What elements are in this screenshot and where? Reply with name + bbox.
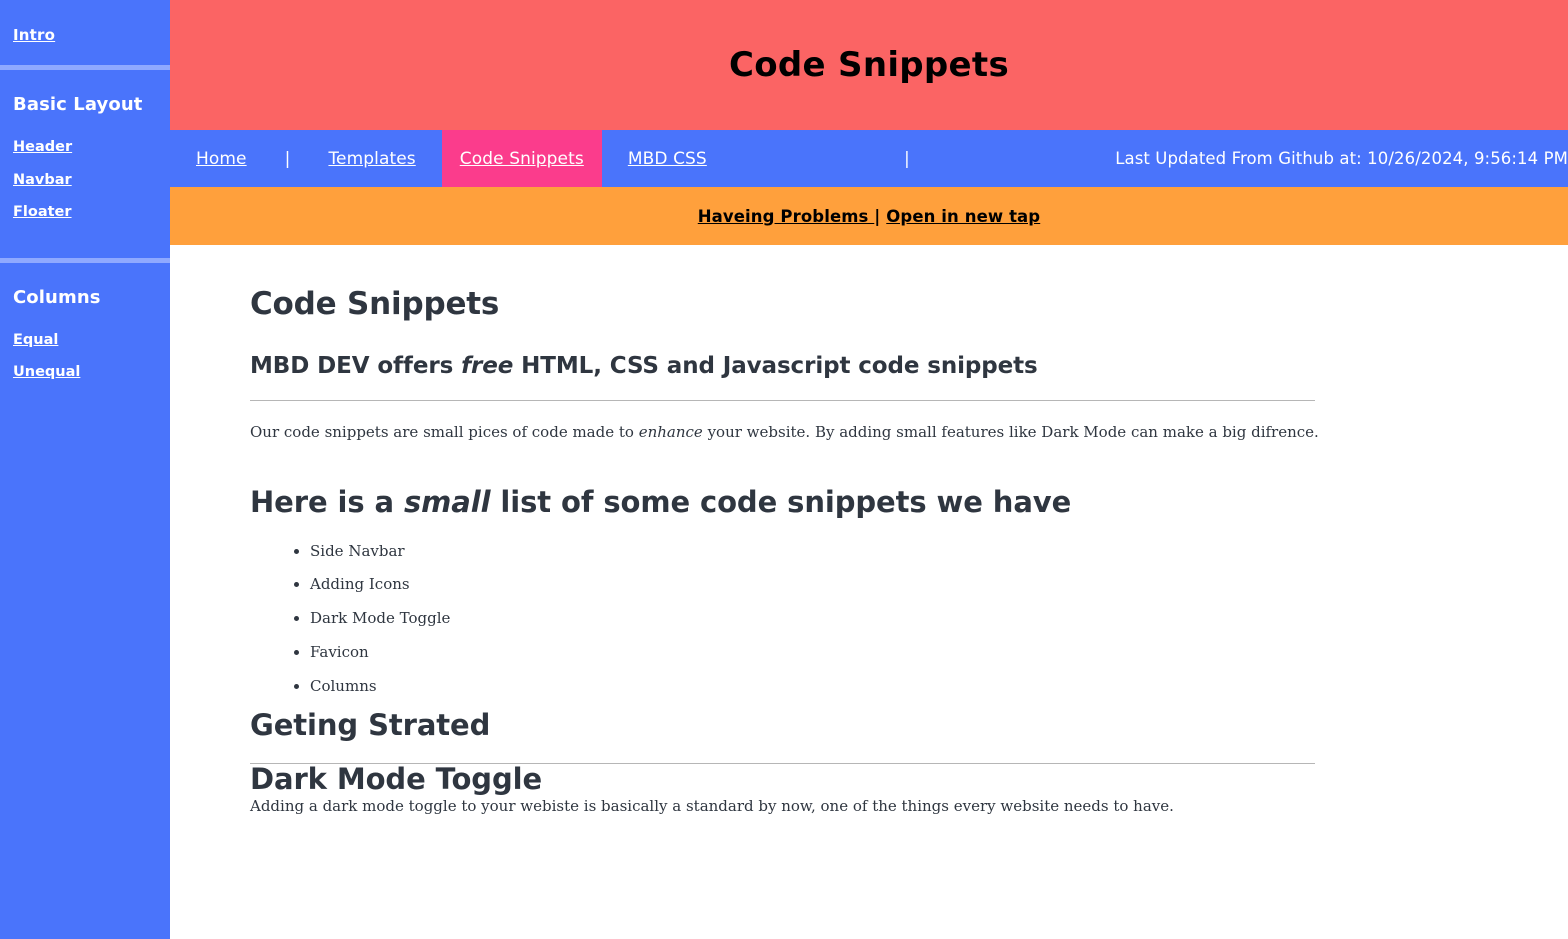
- nav-item-templates[interactable]: Templates: [302, 130, 441, 187]
- list-heading-after: list of some code snippets we have: [490, 484, 1072, 519]
- subtitle-heading: MBD DEV offers free HTML, CSS and Javasc…: [250, 353, 1322, 380]
- sidebar-item-unequal[interactable]: Unequal: [0, 365, 170, 380]
- banner-text: Haveing Problems | Open in new tap: [698, 207, 1040, 226]
- nav-item-home[interactable]: Home: [170, 130, 273, 187]
- page-title: Code Snippets: [250, 286, 500, 322]
- list-item: Columns: [310, 677, 1322, 696]
- top-navbar: Home | Templates Code Snippets MBD CSS |…: [170, 130, 1568, 187]
- dark-mode-paragraph: Adding a dark mode toggle to your webist…: [250, 797, 1174, 816]
- page-header: Code Snippets: [170, 0, 1568, 130]
- intro-before: Our code snippets are small pices of cod…: [250, 423, 639, 442]
- header-title: Code Snippets: [728, 45, 1010, 85]
- list-heading: Here is a small list of some code snippe…: [250, 484, 1322, 519]
- side-navbar: Intro Basic Layout Header Navbar Floater…: [0, 0, 170, 939]
- dark-mode-heading: Dark Mode Toggle: [250, 762, 543, 797]
- main-content: Code Snippets MBD DEV offers free HTML, …: [170, 245, 1568, 939]
- page-root: Intro Basic Layout Header Navbar Floater…: [0, 0, 1568, 939]
- subtitle-emphasis: free: [461, 353, 514, 380]
- sidebar-item-floater[interactable]: Floater: [0, 205, 170, 220]
- getting-started-heading: Geting Strated: [250, 708, 491, 743]
- intro-paragraph: Our code snippets are small pices of cod…: [250, 422, 1322, 442]
- list-item: Dark Mode Toggle: [310, 609, 1322, 628]
- sidebar-group-columns: Columns Equal Unequal: [0, 263, 170, 380]
- sidebar-heading-columns: Columns: [13, 286, 101, 308]
- intro-emphasis: enhance: [638, 423, 703, 442]
- list-item: Side Navbar: [310, 542, 1322, 561]
- list-heading-before: Here is a: [250, 484, 404, 519]
- list-item: Favicon: [310, 643, 1322, 662]
- content-wrapper: Code Snippets MBD DEV offers free HTML, …: [170, 245, 1405, 816]
- nav-last-updated: Last Updated From Github at: 10/26/2024,…: [1115, 149, 1568, 168]
- subtitle-after: HTML, CSS and Javascript code snippets: [513, 353, 1038, 380]
- problem-banner: Haveing Problems | Open in new tap: [170, 187, 1568, 245]
- list-item: Adding Icons: [310, 575, 1322, 594]
- snippet-list: Side Navbar Adding Icons Dark Mode Toggl…: [250, 542, 1322, 696]
- nav-separator-1: |: [284, 148, 291, 169]
- nav-item-mbd-css[interactable]: MBD CSS: [602, 130, 733, 187]
- divider-1: [250, 400, 1315, 402]
- list-heading-emphasis: small: [403, 484, 491, 519]
- sidebar-group-basic-layout: Basic Layout Header Navbar Floater: [0, 70, 170, 236]
- intro-after: your website. By adding small features l…: [702, 423, 1319, 442]
- banner-link-having-problems[interactable]: Haveing Problems: [698, 207, 875, 226]
- nav-separator-2: |: [904, 149, 910, 168]
- subtitle-before: MBD DEV offers: [250, 353, 462, 380]
- banner-pipe: |: [874, 206, 887, 226]
- sidebar-item-navbar[interactable]: Navbar: [0, 172, 170, 188]
- nav-item-code-snippets[interactable]: Code Snippets: [441, 130, 602, 187]
- sidebar-item-intro[interactable]: Intro: [0, 0, 170, 43]
- banner-link-open-new-tab[interactable]: Open in new tap: [886, 207, 1040, 226]
- sidebar-heading-basic-layout: Basic Layout: [13, 94, 143, 115]
- sidebar-item-header[interactable]: Header: [0, 140, 170, 155]
- sidebar-item-equal[interactable]: Equal: [0, 332, 170, 348]
